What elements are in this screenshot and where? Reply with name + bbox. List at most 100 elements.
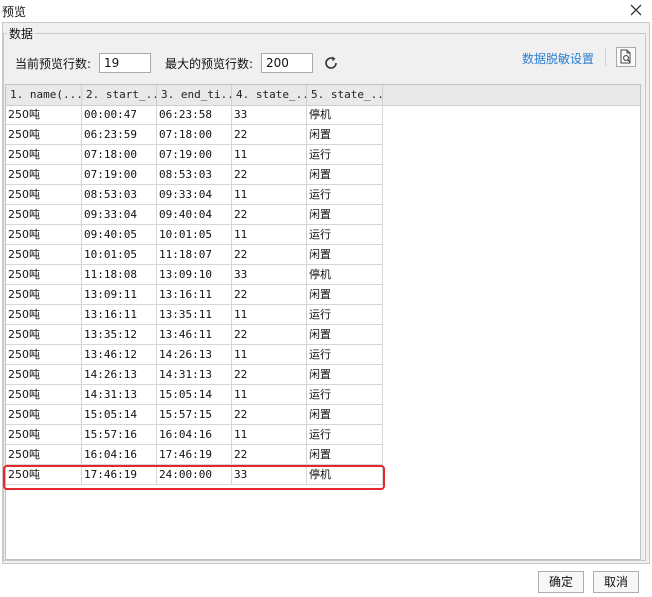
ok-button[interactable]: 确定 <box>538 571 584 593</box>
table-cell[interactable]: 闲置 <box>307 325 383 345</box>
table-cell[interactable]: 07:18:00 <box>82 145 157 165</box>
table-row[interactable]: 250吨 06:23:59 07:18:00 22 闲置 <box>6 125 383 145</box>
table-row[interactable]: 250吨 08:53:03 09:33:04 11 运行 <box>6 185 383 205</box>
table-row[interactable]: 250吨 14:26:13 14:31:13 22 闲置 <box>6 365 383 385</box>
table-cell[interactable]: 15:05:14 <box>157 385 232 405</box>
table-cell[interactable]: 闲置 <box>307 445 383 465</box>
table-cell[interactable]: 14:26:13 <box>82 365 157 385</box>
table-cell[interactable]: 13:16:11 <box>82 305 157 325</box>
table-cell[interactable]: 250吨 <box>6 445 82 465</box>
table-cell[interactable]: 11 <box>232 425 307 445</box>
table-cell[interactable]: 13:35:11 <box>157 305 232 325</box>
table-cell[interactable]: 22 <box>232 445 307 465</box>
table-cell[interactable]: 33 <box>232 465 307 485</box>
column-header[interactable]: 3. end_ti... <box>157 85 232 105</box>
table-row[interactable]: 250吨 17:46:19 24:00:00 33 停机 <box>6 465 383 485</box>
table-cell[interactable]: 22 <box>232 245 307 265</box>
table-row[interactable]: 250吨 09:33:04 09:40:04 22 闲置 <box>6 205 383 225</box>
table-cell[interactable]: 11 <box>232 145 307 165</box>
table-cell[interactable]: 闲置 <box>307 165 383 185</box>
table-cell[interactable]: 09:40:05 <box>82 225 157 245</box>
table-cell[interactable]: 闲置 <box>307 285 383 305</box>
table-cell[interactable]: 13:16:11 <box>157 285 232 305</box>
preview-file-button[interactable] <box>616 47 636 67</box>
table-cell[interactable]: 11 <box>232 305 307 325</box>
table-row[interactable]: 250吨 10:01:05 11:18:07 22 闲置 <box>6 245 383 265</box>
table-row[interactable]: 250吨 15:57:16 16:04:16 11 运行 <box>6 425 383 445</box>
table-cell[interactable]: 08:53:03 <box>157 165 232 185</box>
table-cell[interactable]: 250吨 <box>6 125 82 145</box>
table-cell[interactable]: 16:04:16 <box>157 425 232 445</box>
table-row[interactable]: 250吨 07:19:00 08:53:03 22 闲置 <box>6 165 383 185</box>
table-cell[interactable]: 08:53:03 <box>82 185 157 205</box>
table-cell[interactable]: 250吨 <box>6 365 82 385</box>
table-cell[interactable]: 运行 <box>307 305 383 325</box>
table-cell[interactable]: 闲置 <box>307 245 383 265</box>
table-cell[interactable]: 13:35:12 <box>82 325 157 345</box>
table-cell[interactable]: 250吨 <box>6 405 82 425</box>
table-cell[interactable]: 250吨 <box>6 205 82 225</box>
table-cell[interactable]: 22 <box>232 365 307 385</box>
table-cell[interactable]: 17:46:19 <box>82 465 157 485</box>
table-cell[interactable]: 17:46:19 <box>157 445 232 465</box>
table-cell[interactable]: 06:23:58 <box>157 105 232 125</box>
table-cell[interactable]: 250吨 <box>6 105 82 125</box>
column-header[interactable]: 2. start_... <box>82 85 157 105</box>
table-cell[interactable]: 运行 <box>307 225 383 245</box>
refresh-icon[interactable] <box>322 54 340 72</box>
table-cell[interactable]: 09:33:04 <box>82 205 157 225</box>
table-cell[interactable]: 运行 <box>307 425 383 445</box>
table-cell[interactable]: 闲置 <box>307 205 383 225</box>
table-row[interactable]: 250吨 07:18:00 07:19:00 11 运行 <box>6 145 383 165</box>
table-cell[interactable]: 15:57:16 <box>82 425 157 445</box>
table-cell[interactable]: 闲置 <box>307 365 383 385</box>
table-cell[interactable]: 15:05:14 <box>82 405 157 425</box>
table-row[interactable]: 250吨 14:31:13 15:05:14 11 运行 <box>6 385 383 405</box>
column-header[interactable]: 1. name(... <box>6 85 82 105</box>
table-cell[interactable]: 22 <box>232 285 307 305</box>
table-cell[interactable]: 运行 <box>307 385 383 405</box>
table-cell[interactable]: 06:23:59 <box>82 125 157 145</box>
table-cell[interactable]: 16:04:16 <box>82 445 157 465</box>
table-cell[interactable]: 运行 <box>307 145 383 165</box>
column-header[interactable]: 5. state_... <box>307 85 383 105</box>
column-header[interactable]: 4. state_... <box>232 85 307 105</box>
table-cell[interactable]: 250吨 <box>6 145 82 165</box>
table-cell[interactable]: 250吨 <box>6 245 82 265</box>
table-cell[interactable]: 250吨 <box>6 225 82 245</box>
table-cell[interactable]: 运行 <box>307 345 383 365</box>
table-cell[interactable]: 停机 <box>307 465 383 485</box>
max-rows-input[interactable] <box>261 53 313 73</box>
table-cell[interactable]: 14:31:13 <box>157 365 232 385</box>
table-row[interactable]: 250吨 13:16:11 13:35:11 11 运行 <box>6 305 383 325</box>
table-cell[interactable]: 闲置 <box>307 405 383 425</box>
table-cell[interactable]: 250吨 <box>6 385 82 405</box>
table-cell[interactable]: 22 <box>232 125 307 145</box>
table-cell[interactable]: 运行 <box>307 185 383 205</box>
table-cell[interactable]: 250吨 <box>6 325 82 345</box>
table-cell[interactable]: 14:26:13 <box>157 345 232 365</box>
cancel-button[interactable]: 取消 <box>593 571 639 593</box>
table-cell[interactable]: 15:57:15 <box>157 405 232 425</box>
table-cell[interactable]: 33 <box>232 265 307 285</box>
table-row[interactable]: 250吨 11:18:08 13:09:10 33 停机 <box>6 265 383 285</box>
table-cell[interactable]: 250吨 <box>6 345 82 365</box>
table-cell[interactable]: 11:18:08 <box>82 265 157 285</box>
table-cell[interactable]: 13:09:11 <box>82 285 157 305</box>
table-row[interactable]: 250吨 15:05:14 15:57:15 22 闲置 <box>6 405 383 425</box>
table-cell[interactable]: 250吨 <box>6 465 82 485</box>
table-cell[interactable]: 停机 <box>307 105 383 125</box>
table-cell[interactable]: 250吨 <box>6 285 82 305</box>
table-cell[interactable]: 07:19:00 <box>157 145 232 165</box>
table-cell[interactable]: 闲置 <box>307 125 383 145</box>
table-cell[interactable]: 09:33:04 <box>157 185 232 205</box>
table-row[interactable]: 250吨 00:00:47 06:23:58 33 停机 <box>6 105 383 125</box>
table-cell[interactable]: 11 <box>232 225 307 245</box>
table-row[interactable]: 250吨 13:09:11 13:16:11 22 闲置 <box>6 285 383 305</box>
table-cell[interactable]: 250吨 <box>6 185 82 205</box>
table-row[interactable]: 250吨 16:04:16 17:46:19 22 闲置 <box>6 445 383 465</box>
table-cell[interactable]: 09:40:04 <box>157 205 232 225</box>
table-cell[interactable]: 250吨 <box>6 305 82 325</box>
desensitize-settings-link[interactable]: 数据脱敏设置 <box>522 50 594 67</box>
table-cell[interactable]: 22 <box>232 325 307 345</box>
